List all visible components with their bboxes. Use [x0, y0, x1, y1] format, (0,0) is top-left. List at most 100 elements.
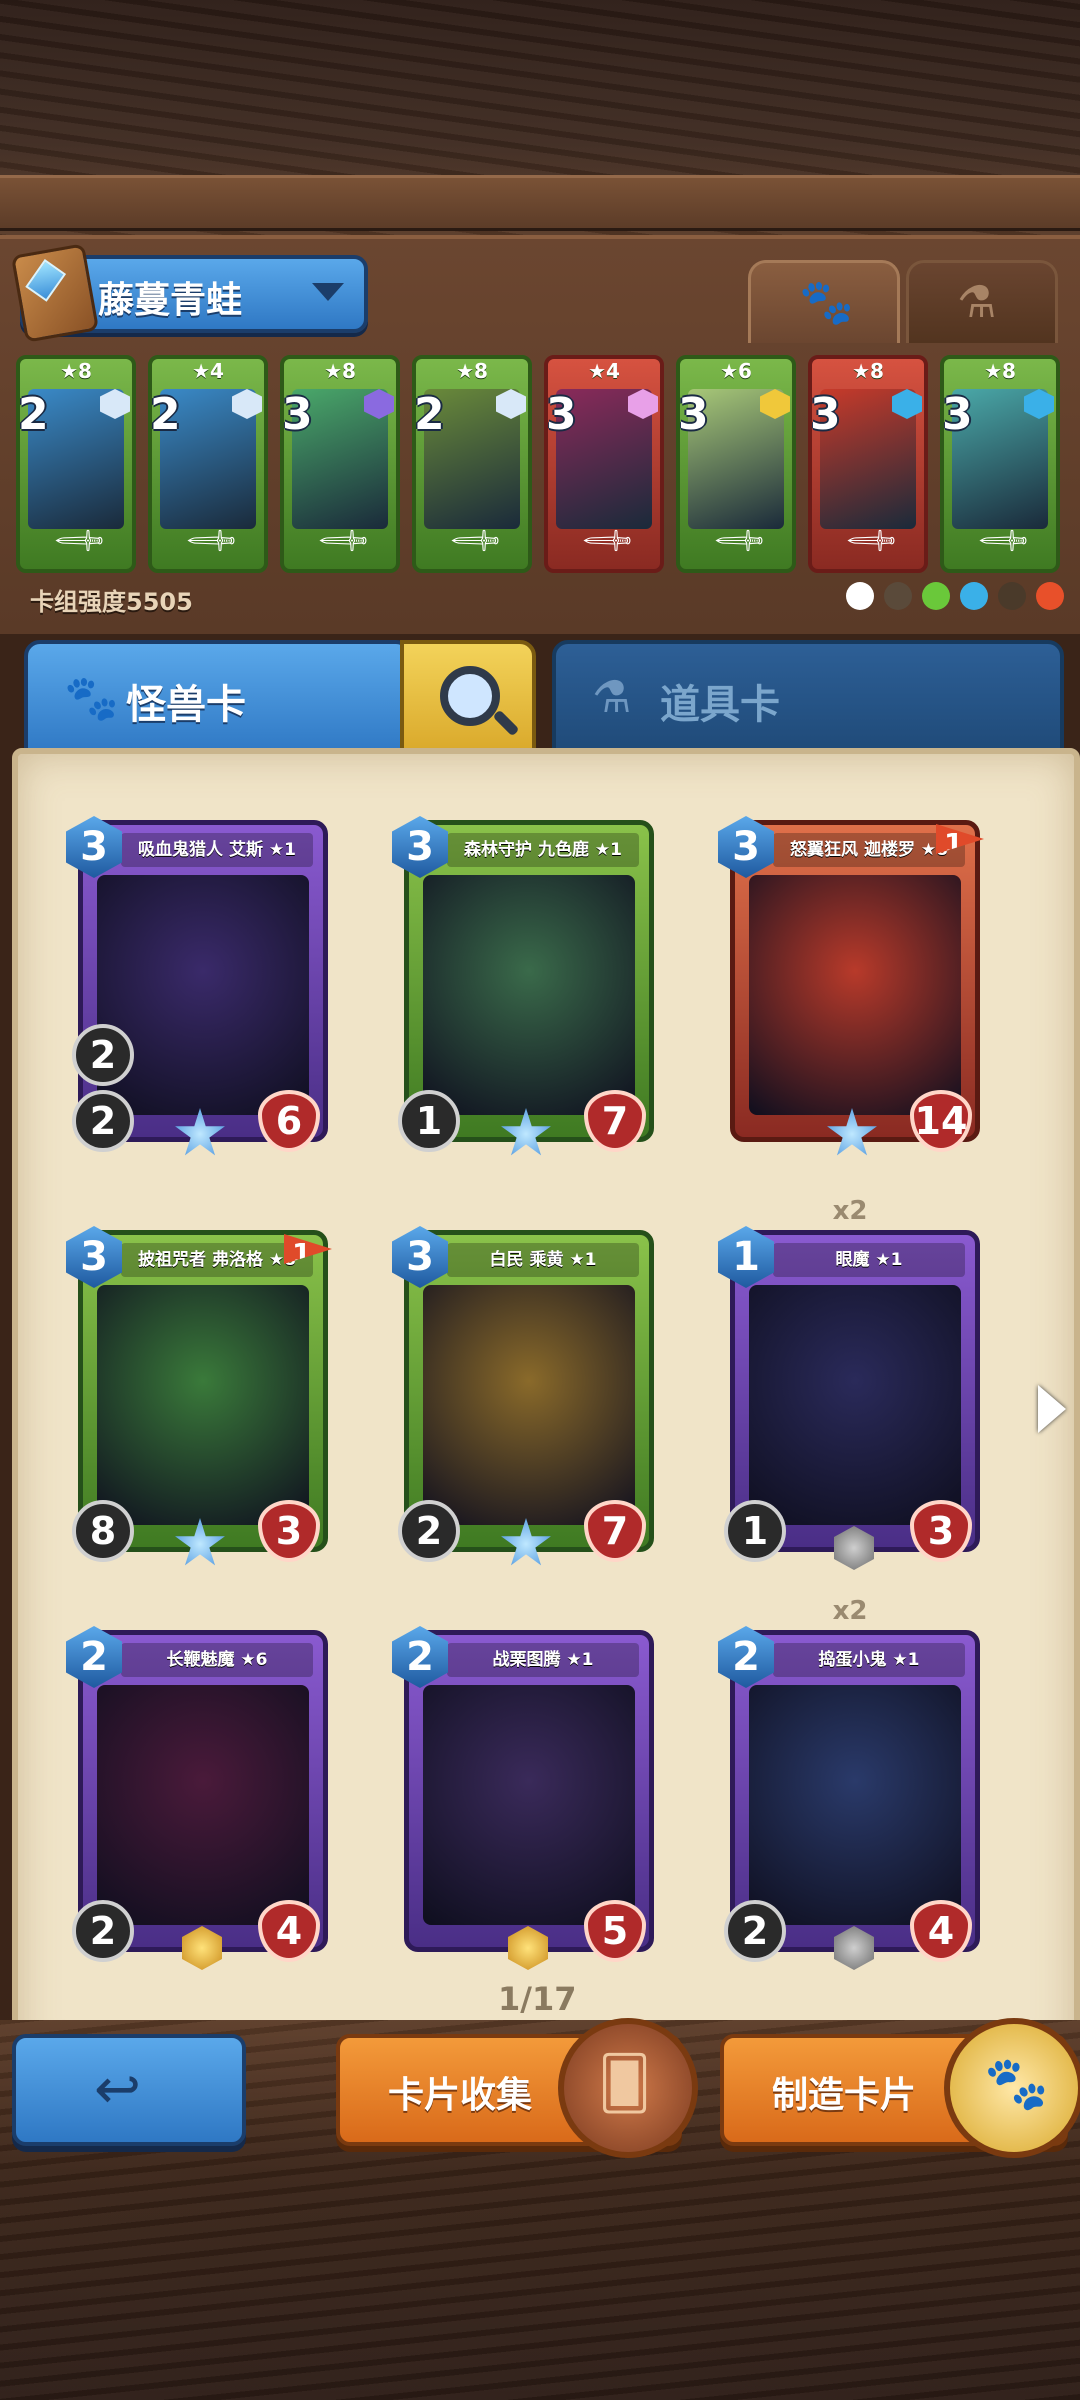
deck-card-stars: ★4 [192, 359, 224, 383]
element-icon[interactable] [1036, 582, 1064, 610]
collection-card[interactable]: 怒翼狂风 迦楼罗 ★8 3 1 14 [718, 816, 984, 1156]
card-health: 7 [584, 1090, 646, 1152]
card-title: 眼魔 ★1 [773, 1243, 965, 1277]
card-title: 森林守护 九色鹿 ★1 [447, 833, 639, 867]
deck-card[interactable]: ★8 2 🗡 [412, 355, 532, 573]
card-art [97, 1285, 309, 1525]
card-collection-label: 卡片收集 [388, 2075, 533, 2116]
tab-item-deck[interactable]: ⚗ [906, 260, 1058, 343]
deck-card[interactable]: ★8 2 🗡 [16, 355, 136, 573]
card-health: 4 [910, 1900, 972, 1962]
card-art [749, 1685, 961, 1925]
collection-card[interactable]: 森林守护 九色鹿 ★1 3 1 7 [392, 816, 654, 1156]
card-title: 战栗图腾 ★1 [447, 1643, 639, 1677]
collection-card[interactable]: x2 眼魔 ★1 1 1 3 [718, 1196, 980, 1570]
duplicate-count: x2 [832, 1596, 868, 1626]
card-attack: 2 [398, 1500, 460, 1562]
deck-book-icon [10, 243, 100, 343]
deck-selector-dropdown[interactable]: 藤蔓青蛙 [10, 243, 368, 343]
deck-card[interactable]: ★4 2 🗡 [148, 355, 268, 573]
craft-card-label: 制造卡片 [772, 2075, 917, 2116]
element-filter-row [836, 582, 1064, 614]
collection-card[interactable]: 长鞭魅魔 ★6 2 2 4 [66, 1626, 328, 1970]
deck-card[interactable]: ★4 3 🗡 [544, 355, 664, 573]
next-page-arrow-icon[interactable] [1038, 1385, 1066, 1433]
card-attack: 2 [72, 1090, 134, 1152]
paw-icon: 🐾 [64, 673, 119, 724]
deck-card-stars: ★4 [588, 359, 620, 383]
card-attack: 2 [724, 1900, 786, 1962]
card-book-icon: 🂠 [558, 2018, 698, 2158]
paw-icon: 🐾 [799, 277, 854, 328]
deck-card-cost: 3 [942, 389, 973, 440]
element-icon[interactable] [960, 582, 988, 610]
card-health: 3 [258, 1500, 320, 1562]
tab-monster-deck[interactable]: 🐾 [748, 260, 900, 343]
search-button[interactable] [400, 640, 536, 758]
deck-card-cost: 3 [282, 389, 313, 440]
deck-card-cost: 2 [414, 389, 445, 440]
page-indicator: 1/17 [498, 1980, 577, 2018]
paw-jar-icon: 🐾 [944, 2018, 1080, 2158]
tab-item-cards[interactable]: ⚗ 道具卡 [552, 640, 1064, 758]
back-button[interactable]: ↩ [12, 2034, 246, 2146]
card-title: 白民 乘黄 ★1 [447, 1243, 639, 1277]
deck-card-stars: ★8 [60, 359, 92, 383]
card-attack: 1 [724, 1500, 786, 1562]
card-bonus-stat: 2 [72, 1024, 134, 1086]
top-wood-background [0, 0, 1080, 240]
deck-card-cost: 3 [678, 389, 709, 440]
card-art [423, 875, 635, 1115]
card-collection-button[interactable]: 卡片收集 🂠 [336, 2018, 698, 2158]
card-attack: 1 [398, 1090, 460, 1152]
deck-card[interactable]: ★8 3 🗡 [808, 355, 928, 573]
card-title: 捣蛋小鬼 ★1 [773, 1643, 965, 1677]
card-attack: 8 [72, 1500, 134, 1562]
element-icon[interactable] [884, 582, 912, 610]
deck-card-stars: ★8 [984, 359, 1016, 383]
deck-card-cost: 2 [150, 389, 181, 440]
card-health: 3 [910, 1500, 972, 1562]
duplicate-count: x2 [832, 1196, 868, 1226]
tab-monster-label: 怪兽卡 [126, 682, 246, 728]
tab-item-label: 道具卡 [660, 682, 780, 728]
collection-card[interactable]: 吸血鬼猎人 艾斯 ★1 3 2 2 6 [66, 816, 328, 1156]
card-health: 4 [258, 1900, 320, 1962]
collection-card[interactable]: x2 捣蛋小鬼 ★1 2 2 4 [718, 1596, 980, 1970]
card-art [749, 875, 961, 1115]
deck-card-stars: ★6 [720, 359, 752, 383]
card-art [423, 1685, 635, 1925]
element-icon[interactable] [998, 582, 1026, 610]
card-title: 吸血鬼猎人 艾斯 ★1 [121, 833, 313, 867]
deck-card-cost: 3 [546, 389, 577, 440]
tab-monster-cards[interactable]: 🐾 怪兽卡 [24, 640, 412, 758]
deck-card[interactable]: ★8 3 🗡 [280, 355, 400, 573]
card-health: 5 [584, 1900, 646, 1962]
wood-rail [0, 175, 1080, 231]
deck-card[interactable]: ★8 3 🗡 [940, 355, 1060, 573]
card-title: 长鞭魅魔 ★6 [121, 1643, 313, 1677]
deck-card-stars: ★8 [852, 359, 884, 383]
craft-card-button[interactable]: 制造卡片 🐾 [720, 2018, 1080, 2158]
deck-card-cost: 3 [810, 389, 841, 440]
deck-name: 藤蔓青蛙 [98, 280, 243, 321]
card-health: 7 [584, 1500, 646, 1562]
card-art [749, 1285, 961, 1525]
card-art [97, 1685, 309, 1925]
element-icon[interactable] [922, 582, 950, 610]
card-art [97, 875, 309, 1115]
card-art [423, 1285, 635, 1525]
back-arrow-icon: ↩ [94, 2057, 141, 2122]
chevron-down-icon [312, 283, 344, 301]
deck-card[interactable]: ★6 3 🗡 [676, 355, 796, 573]
card-health: 14 [910, 1090, 972, 1152]
collection-card[interactable]: 白民 乘黄 ★1 3 2 7 [392, 1226, 654, 1566]
potion-icon: ⚗ [592, 672, 632, 723]
card-health: 6 [258, 1090, 320, 1152]
search-icon [440, 666, 500, 726]
collection-card[interactable]: 披祖咒者 弗洛格 ★8 3 1 8 3 [66, 1226, 332, 1566]
deck-power: 卡组强度5505 [30, 588, 193, 616]
collection-card[interactable]: 战栗图腾 ★1 2 5 [392, 1626, 654, 1970]
deck-card-stars: ★8 [324, 359, 356, 383]
element-icon[interactable] [846, 582, 874, 610]
